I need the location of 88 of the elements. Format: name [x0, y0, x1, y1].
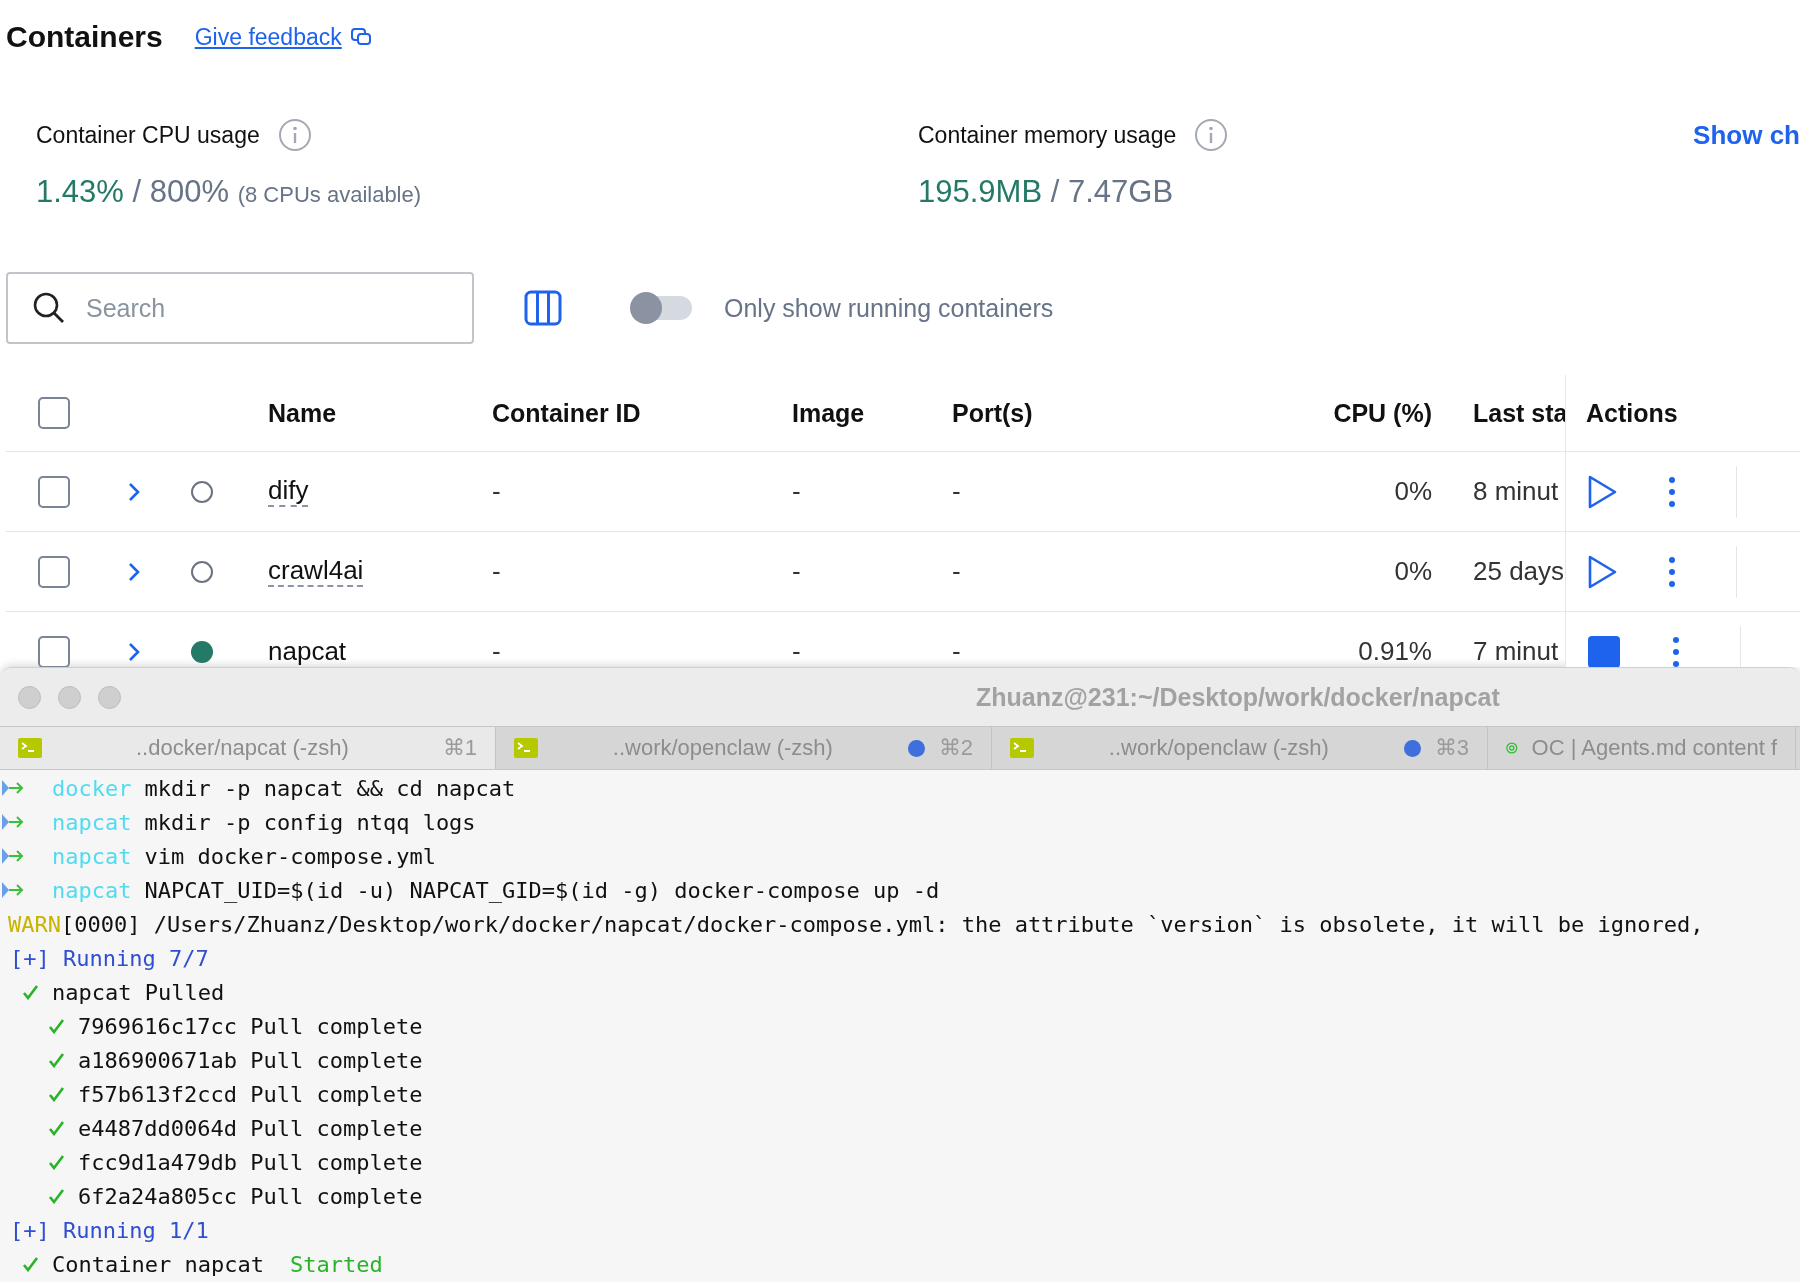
column-header[interactable]: Name — [268, 398, 337, 428]
command-text: NAPCAT_UID=$(id -u) NAPCAT_GID=$(id -g) docker-compose up -d — [144, 877, 940, 903]
row-checkbox[interactable] — [38, 635, 70, 667]
table-cell: 25 days — [1473, 557, 1565, 586]
output-text: Container napcat — [52, 1251, 264, 1277]
page-title: Containers — [6, 20, 163, 54]
output-text: f57b613f2ccd Pull complete — [78, 1081, 423, 1107]
more-options-button[interactable] — [1668, 475, 1676, 508]
table-cell: 8 minut — [1473, 477, 1559, 506]
check-icon — [22, 984, 39, 1000]
warning-text: [0000] /Users/Zhuanz/Desktop/work/docker/napcat/docker-compose.yml: the attribute `version` is obsolete, it will be ignored, — [61, 911, 1704, 937]
feedback-link[interactable]: Give feedback — [194, 23, 372, 51]
expand-button[interactable] — [127, 640, 141, 663]
table-cell: - — [952, 477, 961, 506]
cpu-usage-value: 1.43% / 800% (8 CPUs available) — [36, 174, 422, 210]
columns-button[interactable] — [524, 290, 562, 326]
select-all-checkbox[interactable] — [38, 397, 70, 429]
table-cell: - — [492, 637, 501, 666]
more-options-button[interactable] — [1668, 555, 1676, 588]
search-field[interactable]: Search — [84, 278, 448, 338]
table-cell: 0% — [1394, 557, 1432, 586]
check-icon — [48, 1120, 65, 1136]
container-name[interactable]: crawl4ai — [268, 556, 364, 587]
column-header[interactable]: Container ID — [492, 398, 641, 428]
search-icon — [32, 291, 66, 325]
status-text: Started — [289, 1251, 383, 1277]
prompt-directory: napcat — [52, 877, 132, 903]
progress-text: [+] Running 1/1 — [10, 1217, 209, 1243]
table-cell: - — [792, 477, 801, 506]
prompt-directory: napcat — [52, 809, 132, 835]
output-text: fcc9d1a479db Pull complete — [78, 1149, 423, 1175]
check-icon — [48, 1188, 65, 1204]
table-cell: - — [952, 637, 961, 666]
column-header[interactable]: Last sta — [1473, 398, 1568, 428]
table-cell: - — [952, 557, 961, 586]
row-checkbox[interactable] — [38, 555, 70, 588]
chat-bubbles-icon — [349, 26, 372, 48]
container-name[interactable]: napcat — [268, 637, 347, 666]
show-charts-link[interactable]: Show ch — [1693, 120, 1800, 151]
stat-label: Container memory usage — [918, 121, 1177, 149]
window-title: Zhuanz@231:~/Desktop/work/docker/napcat — [976, 682, 1500, 712]
output-text: a186900671ab Pull complete — [78, 1047, 423, 1073]
table-cell: - — [792, 557, 801, 586]
row-checkbox[interactable] — [38, 475, 70, 508]
check-icon — [48, 1154, 65, 1170]
table-cell: 0.91% — [1358, 637, 1432, 666]
stop-button[interactable] — [1586, 633, 1622, 667]
check-icon — [48, 1052, 65, 1068]
expand-button[interactable] — [127, 480, 141, 503]
search-box[interactable]: Search — [6, 272, 474, 344]
output-text: 6f2a24a805cc Pull complete — [78, 1183, 423, 1209]
stat-label: Container CPU usage — [36, 121, 260, 149]
table-cell: 0% — [1394, 477, 1432, 506]
command-text: vim docker-compose.yml — [144, 843, 436, 869]
prompt-directory: napcat — [52, 843, 132, 869]
table-cell: - — [492, 477, 501, 506]
prompt-arrow-icon — [0, 880, 26, 900]
warning-tag: WARN — [8, 911, 61, 937]
output-text: napcat Pulled — [52, 979, 225, 1005]
progress-text: [+] Running 7/7 — [10, 945, 209, 971]
column-header[interactable]: Image — [792, 398, 865, 428]
prompt-arrow-icon — [0, 812, 26, 832]
output-text: 7969616c17cc Pull complete — [78, 1013, 423, 1039]
start-button[interactable] — [1586, 553, 1618, 590]
table-cell: - — [492, 557, 501, 586]
prompt-directory: docker — [52, 775, 132, 801]
terminal-icon — [514, 738, 538, 758]
toggle-label: Only show running containers — [724, 293, 1054, 323]
terminal-icon — [1010, 738, 1034, 758]
terminal-icon — [18, 738, 42, 758]
start-button[interactable] — [1586, 473, 1618, 510]
check-icon — [22, 1256, 39, 1272]
column-header[interactable]: CPU (%) — [1333, 398, 1432, 428]
column-header[interactable]: Port(s) — [952, 398, 1033, 428]
check-icon — [48, 1086, 65, 1102]
memory-usage-value: 195.9MB / 7.47GB — [918, 174, 1174, 210]
prompt-arrow-icon — [0, 778, 26, 798]
expand-button[interactable] — [127, 560, 141, 583]
column-header: Actions — [1586, 398, 1678, 428]
container-name[interactable]: dify — [268, 476, 309, 507]
command-text: mkdir -p config ntqq logs — [144, 809, 476, 835]
check-icon — [48, 1018, 65, 1034]
prompt-arrow-icon — [0, 846, 26, 866]
table-cell: 7 minut — [1473, 637, 1559, 666]
command-text: mkdir -p napcat && cd napcat — [144, 775, 516, 801]
table-cell: - — [792, 637, 801, 666]
output-text: e4487dd0064d Pull complete — [78, 1115, 423, 1141]
more-options-button[interactable] — [1672, 635, 1680, 667]
